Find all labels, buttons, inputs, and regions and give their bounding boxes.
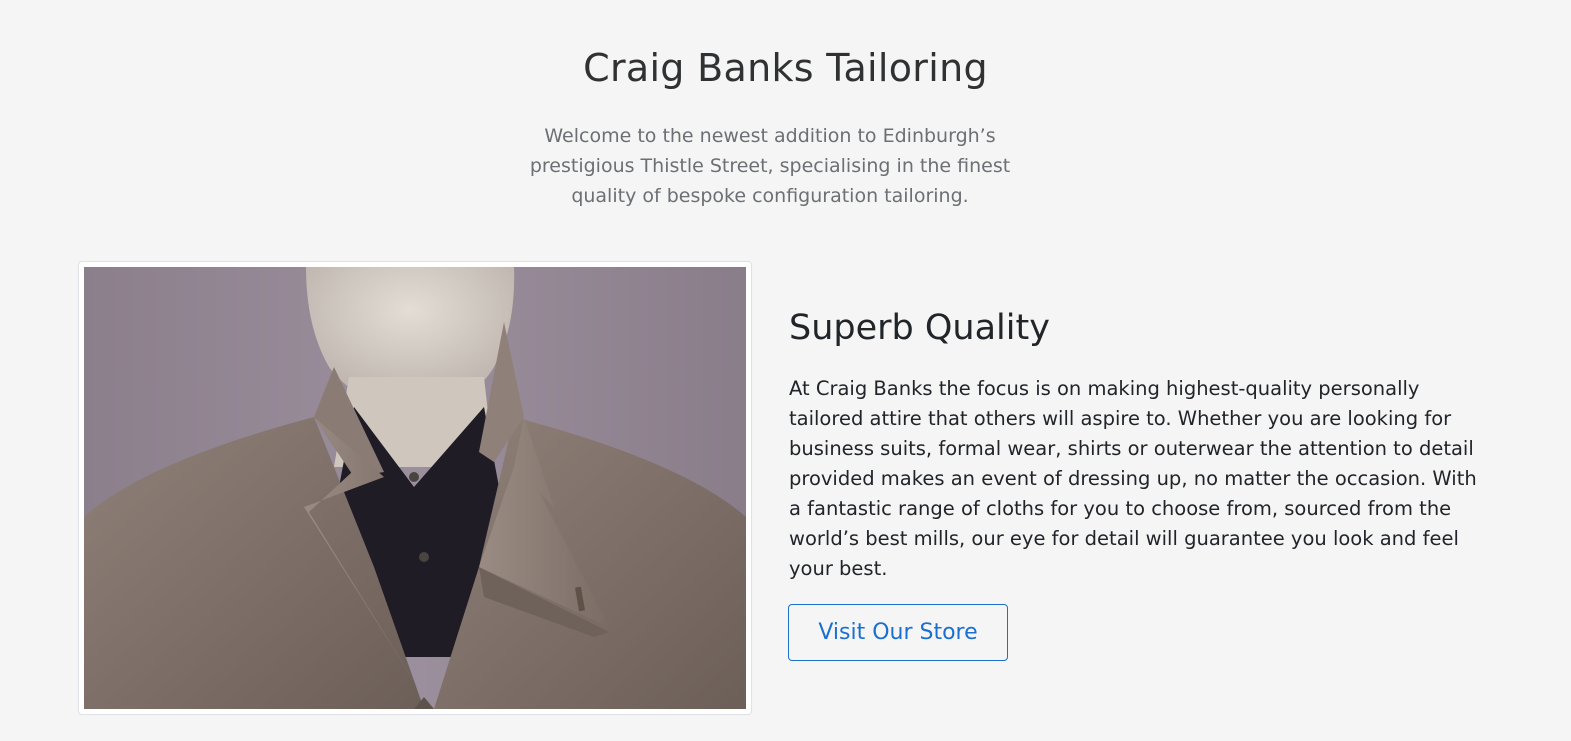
visit-store-button[interactable]: Visit Our Store [788, 604, 1008, 661]
page: Craig Banks Tailoring Welcome to the new… [0, 0, 1571, 741]
feature-image-frame [78, 261, 752, 715]
intro-text: Welcome to the newest addition to Edinbu… [529, 125, 1011, 207]
feature-image [84, 267, 746, 709]
page-title: Craig Banks Tailoring [583, 46, 988, 90]
feature-heading: Superb Quality [789, 308, 1050, 348]
feature-description: At Craig Banks the focus is on making hi… [789, 377, 1477, 580]
